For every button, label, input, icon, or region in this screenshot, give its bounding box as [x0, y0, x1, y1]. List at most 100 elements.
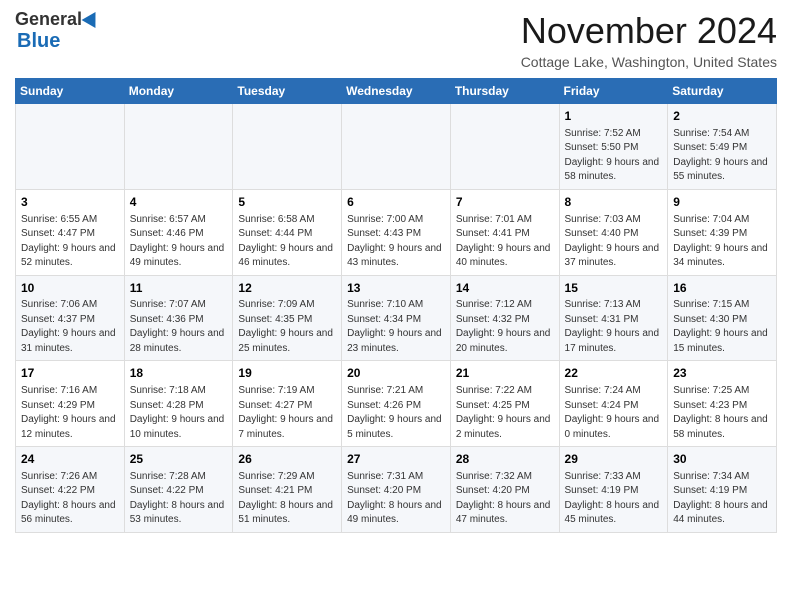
day-info-18: Sunrise: 7:18 AM Sunset: 4:28 PM Dayligh… [130, 384, 228, 442]
day-info-23: Sunrise: 7:25 AM Sunset: 4:23 PM Dayligh… [673, 384, 771, 442]
day-number-30: 30 [673, 451, 771, 468]
cell-1-5: 8 Sunrise: 7:03 AM Sunset: 4:40 PM Daylig… [559, 189, 668, 275]
day-number-24: 24 [21, 451, 119, 468]
cell-4-1: 25 Sunrise: 7:28 AM Sunset: 4:22 PM Dayli… [124, 447, 233, 533]
day-number-25: 25 [130, 451, 228, 468]
day-info-25: Sunrise: 7:28 AM Sunset: 4:22 PM Dayligh… [130, 470, 228, 528]
cell-4-5: 29 Sunrise: 7:33 AM Sunset: 4:19 PM Dayli… [559, 447, 668, 533]
day-number-11: 11 [130, 280, 228, 297]
day-number-28: 28 [456, 451, 554, 468]
day-info-2: Sunrise: 7:54 AM Sunset: 5:49 PM Dayligh… [673, 127, 771, 185]
cell-3-1: 18 Sunrise: 7:18 AM Sunset: 4:28 PM Dayli… [124, 361, 233, 447]
day-number-16: 16 [673, 280, 771, 297]
cell-4-4: 28Sunrise: 7:32 AM Sunset: 4:20 PM Dayli… [450, 447, 559, 533]
day-info-30: Sunrise: 7:34 AM Sunset: 4:19 PM Dayligh… [673, 470, 771, 528]
cell-3-4: 21 Sunrise: 7:22 AM Sunset: 4:25 PM Dayli… [450, 361, 559, 447]
cell-3-3: 20Sunrise: 7:21 AM Sunset: 4:26 PM Dayli… [342, 361, 451, 447]
day-info-17: Sunrise: 7:16 AM Sunset: 4:29 PM Dayligh… [21, 384, 119, 442]
cell-3-5: 22 Sunrise: 7:24 AM Sunset: 4:24 PM Dayli… [559, 361, 668, 447]
day-number-23: 23 [673, 365, 771, 382]
day-number-27: 27 [347, 451, 445, 468]
cell-3-2: 19 Sunrise: 7:19 AM Sunset: 4:27 PM Dayli… [233, 361, 342, 447]
header: General Blue November 2024 Cottage Lake,… [15, 10, 777, 70]
cell-0-3 [342, 104, 451, 190]
col-monday: Monday [124, 79, 233, 104]
cell-4-2: 26Sunrise: 7:29 AM Sunset: 4:21 PM Dayli… [233, 447, 342, 533]
cell-2-5: 15Sunrise: 7:13 AM Sunset: 4:31 PM Dayli… [559, 275, 668, 361]
col-thursday: Thursday [450, 79, 559, 104]
col-friday: Friday [559, 79, 668, 104]
logo-blue: Blue [17, 30, 60, 52]
day-number-5: 5 [238, 194, 336, 211]
day-number-17: 17 [21, 365, 119, 382]
day-number-29: 29 [565, 451, 663, 468]
week-row-1: 3Sunrise: 6:55 AM Sunset: 4:47 PM Daylig… [16, 189, 777, 275]
day-number-15: 15 [565, 280, 663, 297]
day-info-19: Sunrise: 7:19 AM Sunset: 4:27 PM Dayligh… [238, 384, 336, 442]
cell-0-1 [124, 104, 233, 190]
cell-4-6: 30 Sunrise: 7:34 AM Sunset: 4:19 PM Dayli… [668, 447, 777, 533]
calendar-header: Sunday Monday Tuesday Wednesday Thursday… [16, 79, 777, 104]
day-info-26: Sunrise: 7:29 AM Sunset: 4:21 PM Dayligh… [238, 470, 336, 528]
day-number-22: 22 [565, 365, 663, 382]
day-info-15: Sunrise: 7:13 AM Sunset: 4:31 PM Dayligh… [565, 298, 663, 356]
day-info-9: Sunrise: 7:04 AM Sunset: 4:39 PM Dayligh… [673, 213, 771, 271]
cell-1-0: 3Sunrise: 6:55 AM Sunset: 4:47 PM Daylig… [16, 189, 125, 275]
cell-2-2: 12Sunrise: 7:09 AM Sunset: 4:35 PM Dayli… [233, 275, 342, 361]
day-info-10: Sunrise: 7:06 AM Sunset: 4:37 PM Dayligh… [21, 298, 119, 356]
day-number-13: 13 [347, 280, 445, 297]
cell-1-1: 4 Sunrise: 6:57 AM Sunset: 4:46 PM Daylig… [124, 189, 233, 275]
day-number-7: 7 [456, 194, 554, 211]
week-row-4: 24Sunrise: 7:26 AM Sunset: 4:22 PM Dayli… [16, 447, 777, 533]
day-number-14: 14 [456, 280, 554, 297]
day-number-20: 20 [347, 365, 445, 382]
logo-triangle-icon [82, 8, 103, 28]
cell-3-0: 17 Sunrise: 7:16 AM Sunset: 4:29 PM Dayli… [16, 361, 125, 447]
day-info-7: Sunrise: 7:01 AM Sunset: 4:41 PM Dayligh… [456, 213, 554, 271]
week-row-3: 17 Sunrise: 7:16 AM Sunset: 4:29 PM Dayli… [16, 361, 777, 447]
header-row: Sunday Monday Tuesday Wednesday Thursday… [16, 79, 777, 104]
logo-general: General [15, 9, 82, 29]
calendar-body: 1 Sunrise: 7:52 AM Sunset: 5:50 PM Daylig… [16, 104, 777, 533]
calendar-table: Sunday Monday Tuesday Wednesday Thursday… [15, 78, 777, 533]
col-saturday: Saturday [668, 79, 777, 104]
cell-2-6: 16Sunrise: 7:15 AM Sunset: 4:30 PM Dayli… [668, 275, 777, 361]
cell-0-0 [16, 104, 125, 190]
day-info-29: Sunrise: 7:33 AM Sunset: 4:19 PM Dayligh… [565, 470, 663, 528]
day-number-19: 19 [238, 365, 336, 382]
day-info-8: Sunrise: 7:03 AM Sunset: 4:40 PM Dayligh… [565, 213, 663, 271]
col-sunday: Sunday [16, 79, 125, 104]
cell-4-3: 27Sunrise: 7:31 AM Sunset: 4:20 PM Dayli… [342, 447, 451, 533]
day-number-8: 8 [565, 194, 663, 211]
day-info-5: Sunrise: 6:58 AM Sunset: 4:44 PM Dayligh… [238, 213, 336, 271]
cell-1-6: 9 Sunrise: 7:04 AM Sunset: 4:39 PM Daylig… [668, 189, 777, 275]
cell-0-5: 1 Sunrise: 7:52 AM Sunset: 5:50 PM Daylig… [559, 104, 668, 190]
cell-1-3: 6Sunrise: 7:00 AM Sunset: 4:43 PM Daylig… [342, 189, 451, 275]
day-number-9: 9 [673, 194, 771, 211]
day-info-21: Sunrise: 7:22 AM Sunset: 4:25 PM Dayligh… [456, 384, 554, 442]
cell-2-0: 10Sunrise: 7:06 AM Sunset: 4:37 PM Dayli… [16, 275, 125, 361]
cell-3-6: 23 Sunrise: 7:25 AM Sunset: 4:23 PM Dayli… [668, 361, 777, 447]
day-info-16: Sunrise: 7:15 AM Sunset: 4:30 PM Dayligh… [673, 298, 771, 356]
cell-0-6: 2Sunrise: 7:54 AM Sunset: 5:49 PM Daylig… [668, 104, 777, 190]
day-info-22: Sunrise: 7:24 AM Sunset: 4:24 PM Dayligh… [565, 384, 663, 442]
week-row-2: 10Sunrise: 7:06 AM Sunset: 4:37 PM Dayli… [16, 275, 777, 361]
day-number-1: 1 [565, 108, 663, 125]
day-number-4: 4 [130, 194, 228, 211]
day-info-12: Sunrise: 7:09 AM Sunset: 4:35 PM Dayligh… [238, 298, 336, 356]
cell-2-3: 13Sunrise: 7:10 AM Sunset: 4:34 PM Dayli… [342, 275, 451, 361]
day-number-12: 12 [238, 280, 336, 297]
day-info-1: Sunrise: 7:52 AM Sunset: 5:50 PM Dayligh… [565, 127, 663, 185]
col-tuesday: Tuesday [233, 79, 342, 104]
day-number-21: 21 [456, 365, 554, 382]
location-title: Cottage Lake, Washington, United States [521, 54, 777, 70]
day-info-4: Sunrise: 6:57 AM Sunset: 4:46 PM Dayligh… [130, 213, 228, 271]
day-number-10: 10 [21, 280, 119, 297]
day-info-13: Sunrise: 7:10 AM Sunset: 4:34 PM Dayligh… [347, 298, 445, 356]
day-info-11: Sunrise: 7:07 AM Sunset: 4:36 PM Dayligh… [130, 298, 228, 356]
cell-1-4: 7 Sunrise: 7:01 AM Sunset: 4:41 PM Daylig… [450, 189, 559, 275]
title-block: November 2024 Cottage Lake, Washington, … [521, 10, 777, 70]
month-title: November 2024 [521, 10, 777, 52]
day-number-18: 18 [130, 365, 228, 382]
col-wednesday: Wednesday [342, 79, 451, 104]
